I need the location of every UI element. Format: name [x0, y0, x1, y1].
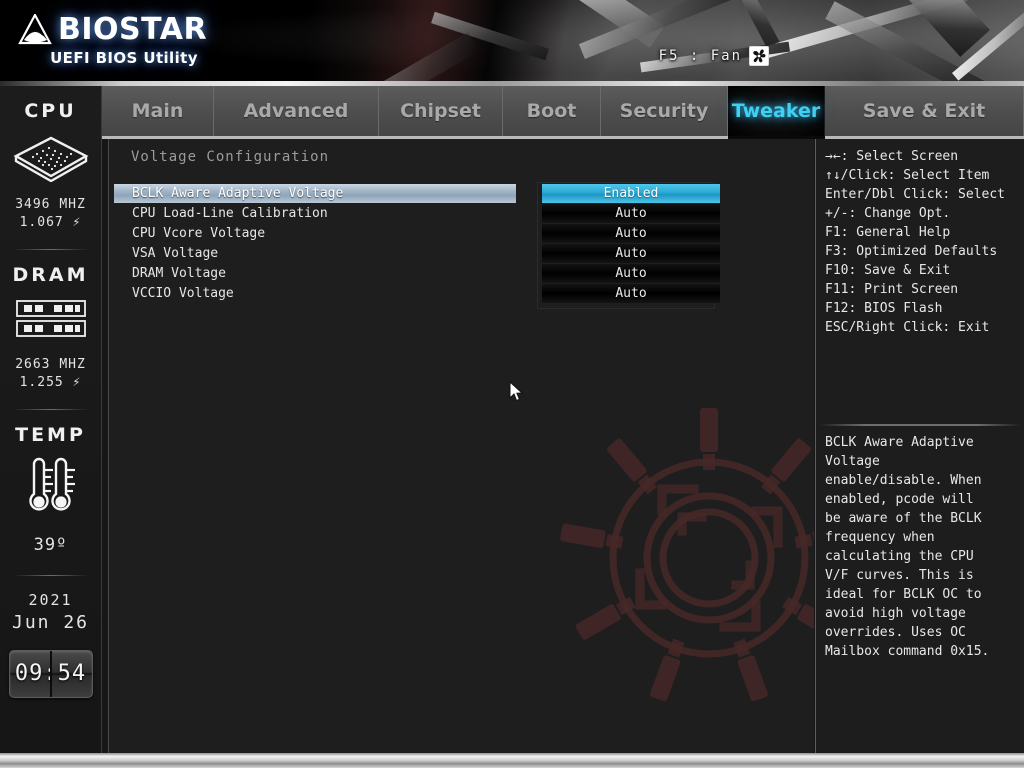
setting-row[interactable]: VSA Voltage Auto [114, 244, 814, 263]
bios-screen: BIOSTAR UEFI BIOS Utility F5 : Fan Main A… [0, 0, 1024, 768]
help-divider [820, 424, 1021, 426]
dram-module-icon [0, 298, 101, 344]
tab-main[interactable]: Main [102, 86, 214, 136]
tab-chipset[interactable]: Chipset [379, 86, 503, 136]
thermometer-icon [0, 456, 101, 522]
sidebar-datetime-block: 2021 Jun 26 09:54 [0, 576, 101, 698]
biostar-triangle-logo-icon [18, 12, 52, 46]
sidebar-temp-block: TEMP 39º [0, 410, 101, 557]
setting-row[interactable]: DRAM Voltage Auto [114, 264, 814, 283]
settings-panel: Voltage Configuration BCLK Aware Adaptiv… [108, 139, 814, 753]
tribal-circle-emblem-icon [544, 393, 814, 723]
tab-advanced[interactable]: Advanced [214, 86, 379, 136]
clock-hinge [49, 650, 52, 697]
setting-label: VSA Voltage [132, 246, 219, 261]
section-title: Voltage Configuration [131, 149, 330, 165]
tab-save-exit[interactable]: Save & Exit [825, 86, 1024, 136]
setting-label: VCCIO Voltage [132, 286, 234, 301]
key-legend-item: F3: Optimized Defaults [825, 244, 998, 259]
setting-row[interactable]: BCLK Aware Adaptive Voltage Enabled [114, 184, 814, 203]
tab-boot[interactable]: Boot [503, 86, 601, 136]
setting-row[interactable]: VCCIO Voltage Auto [114, 284, 814, 303]
tab-security[interactable]: Security [601, 86, 728, 136]
help-panel: →←: Select Screen ↑↓/Click: Select Item En… [815, 139, 1024, 753]
sidebar-dram-block: DRAM 2663 MHZ 1.255 ⚡ [0, 250, 101, 391]
setting-value[interactable]: Enabled [542, 184, 720, 203]
sidebar-cpu-title: CPU [24, 100, 77, 122]
key-legend-item: F1: General Help [825, 225, 951, 240]
key-legend-item: ESC/Right Click: Exit [825, 320, 990, 335]
brand-subtitle: UEFI BIOS Utility [50, 49, 198, 67]
key-legend-item: Enter/Dbl Click: Select [825, 187, 1006, 202]
sidebar-temp-value: 39º [33, 535, 68, 556]
sidebar-dram-title: DRAM [12, 264, 89, 287]
sidebar-date: Jun 26 [11, 612, 90, 634]
status-sidebar: CPU 3496 MHZ 1.067 ⚡ DRAM 2663 MHZ 1.255… [0, 86, 102, 768]
key-legend-item: F10: Save & Exit [825, 263, 951, 278]
setting-row[interactable]: CPU Vcore Voltage Auto [114, 224, 814, 243]
tab-tweaker[interactable]: Tweaker [728, 86, 825, 136]
setting-label: CPU Vcore Voltage [132, 226, 266, 241]
item-description: BCLK Aware Adaptive Voltage enable/disab… [825, 435, 990, 659]
setting-label: DRAM Voltage [132, 266, 226, 281]
header-banner: BIOSTAR UEFI BIOS Utility F5 : Fan [0, 0, 1024, 86]
sidebar-year: 2021 [28, 591, 73, 610]
sidebar-cpu-block: CPU 3496 MHZ 1.067 ⚡ [0, 86, 101, 231]
brand-name: BIOSTAR [58, 12, 208, 47]
cpu-chip-icon [0, 132, 101, 186]
key-legend-item: +/-: Change Opt. [825, 206, 951, 221]
system-clock: 09:54 [8, 649, 93, 698]
bottom-chrome-strip [0, 753, 1024, 768]
brand-logo: BIOSTAR UEFI BIOS Utility [18, 12, 218, 67]
setting-row[interactable]: CPU Load-Line Calibration Auto [114, 204, 814, 223]
sidebar-cpu-voltage: 1.067 ⚡ [19, 214, 82, 230]
main-tab-bar: Main Advanced Chipset Boot Security Tweaker Sa… [102, 86, 1024, 136]
setting-value[interactable]: Auto [542, 204, 720, 223]
key-legend-item: F12: BIOS Flash [825, 301, 943, 316]
key-legend-item: →←: Select Screen [825, 149, 959, 164]
fan-hotkey-hint[interactable]: F5 : Fan [659, 46, 769, 66]
setting-value[interactable]: Auto [542, 264, 720, 283]
key-legend-item: ↑↓/Click: Select Item [825, 168, 990, 183]
setting-label: CPU Load-Line Calibration [132, 206, 328, 221]
fan-icon [749, 46, 769, 66]
sidebar-dram-frequency: 2663 MHZ [15, 357, 86, 373]
sidebar-dram-voltage: 1.255 ⚡ [19, 374, 82, 390]
fan-hotkey-label: F5 : Fan [658, 48, 742, 64]
key-legend-item: F11: Print Screen [825, 282, 959, 297]
settings-list: BCLK Aware Adaptive Voltage Enabled CPU Lo… [114, 184, 814, 304]
setting-value[interactable]: Auto [542, 224, 720, 243]
sidebar-cpu-frequency: 3496 MHZ [15, 197, 86, 212]
setting-label: BCLK Aware Adaptive Voltage [114, 184, 516, 203]
setting-value[interactable]: Auto [542, 244, 720, 263]
setting-value[interactable]: Auto [542, 284, 720, 303]
sidebar-temp-title: TEMP [15, 424, 86, 447]
key-legend-list: →←: Select Screen ↑↓/Click: Select Item En… [816, 139, 1024, 337]
